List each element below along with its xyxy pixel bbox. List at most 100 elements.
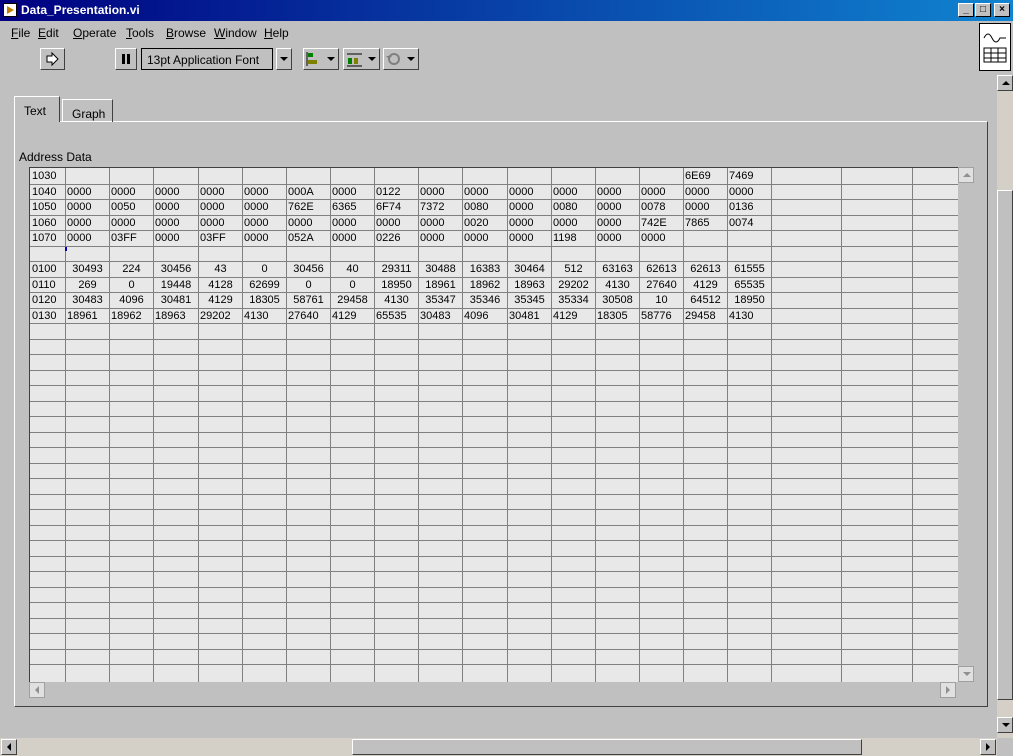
table-cell[interactable]: 03FF bbox=[111, 231, 152, 246]
table-cell[interactable]: 0000 bbox=[509, 185, 550, 200]
menu-tools[interactable]: Tools bbox=[126, 26, 154, 40]
table-cell[interactable]: 0 bbox=[111, 278, 152, 293]
menu-help[interactable]: Help bbox=[264, 26, 289, 40]
table-cell[interactable]: 29202 bbox=[200, 309, 241, 324]
table-cell[interactable]: 65535 bbox=[729, 278, 770, 293]
table-cell[interactable]: 30483 bbox=[420, 309, 461, 324]
table-cell[interactable] bbox=[597, 169, 638, 184]
table-cell[interactable] bbox=[376, 169, 417, 184]
table-cell[interactable]: 4096 bbox=[464, 309, 506, 324]
window-scroll-left-icon[interactable] bbox=[1, 739, 17, 755]
table-cell[interactable]: 0000 bbox=[464, 231, 506, 246]
window-scroll-up-icon[interactable] bbox=[997, 75, 1013, 91]
run-button[interactable] bbox=[40, 48, 65, 70]
table-cell[interactable]: 29311 bbox=[376, 262, 417, 277]
table-cell[interactable]: 0078 bbox=[641, 200, 682, 215]
menu-operate[interactable]: Operate bbox=[73, 26, 116, 40]
table-cell[interactable] bbox=[420, 247, 461, 262]
table-cell[interactable]: 4130 bbox=[729, 309, 770, 324]
table-cell[interactable]: 0000 bbox=[641, 185, 682, 200]
table-cell[interactable]: 4130 bbox=[597, 278, 638, 293]
table-cell[interactable]: 0226 bbox=[376, 231, 417, 246]
table-cell[interactable]: 0000 bbox=[332, 216, 373, 231]
table-cell[interactable]: 0000 bbox=[420, 231, 461, 246]
table-horizontal-scrollbar[interactable] bbox=[29, 682, 976, 698]
table-cell[interactable]: 18962 bbox=[464, 278, 506, 293]
table-cell[interactable]: 0000 bbox=[729, 185, 770, 200]
window-scroll-right-icon[interactable] bbox=[980, 739, 996, 755]
table-cell[interactable]: 18950 bbox=[729, 293, 770, 308]
table-cell[interactable] bbox=[729, 247, 770, 262]
window-vertical-scrollbar[interactable] bbox=[997, 75, 1013, 738]
table-cell[interactable]: 18961 bbox=[420, 278, 461, 293]
table-cell[interactable]: 7372 bbox=[420, 200, 461, 215]
table-cell[interactable] bbox=[553, 169, 594, 184]
table-cell[interactable]: 0000 bbox=[244, 185, 285, 200]
table-cell[interactable]: 0080 bbox=[464, 200, 506, 215]
table-cell[interactable]: 4130 bbox=[376, 293, 417, 308]
table-cell[interactable]: 16383 bbox=[464, 262, 506, 277]
connector-pane-icon[interactable] bbox=[979, 23, 1011, 71]
table-cell[interactable]: 0000 bbox=[332, 231, 373, 246]
table-cell[interactable]: 0000 bbox=[332, 185, 373, 200]
table-cell[interactable]: 29202 bbox=[553, 278, 594, 293]
table-cell[interactable]: 03FF bbox=[200, 231, 241, 246]
table-cell[interactable]: 0000 bbox=[509, 231, 550, 246]
table-cell[interactable]: 0000 bbox=[685, 185, 726, 200]
minimize-button[interactable]: _ bbox=[958, 3, 974, 17]
table-cell[interactable]: 0000 bbox=[509, 200, 550, 215]
table-cell[interactable]: 58776 bbox=[641, 309, 682, 324]
table-cell[interactable]: 0000 bbox=[155, 231, 197, 246]
table-cell[interactable] bbox=[685, 231, 726, 246]
pause-button[interactable] bbox=[115, 48, 137, 70]
table-cell[interactable]: 0000 bbox=[111, 185, 152, 200]
table-cell[interactable] bbox=[553, 247, 594, 262]
distribute-objects-button[interactable] bbox=[343, 48, 380, 70]
table-cell[interactable]: 0000 bbox=[420, 216, 461, 231]
table-cell[interactable]: 65535 bbox=[376, 309, 417, 324]
table-cell[interactable] bbox=[244, 247, 285, 262]
table-cell[interactable] bbox=[288, 247, 329, 262]
table-cell[interactable]: 0 bbox=[332, 278, 373, 293]
table-cell[interactable]: 4130 bbox=[244, 309, 285, 324]
menu-window[interactable]: Window bbox=[214, 26, 257, 40]
address-data-table[interactable]: 1030 6E69 7469 1040 0000 0000 0000 0000 0000 000A… bbox=[29, 167, 958, 682]
window-horizontal-scrollbar[interactable] bbox=[0, 738, 997, 756]
table-cell[interactable]: 29458 bbox=[332, 293, 373, 308]
table-cell[interactable]: 6E69 bbox=[685, 169, 726, 184]
table-cell[interactable]: 0000 bbox=[67, 200, 108, 215]
table-cell[interactable]: 30483 bbox=[67, 293, 108, 308]
table-cell[interactable]: 0122 bbox=[376, 185, 417, 200]
table-cell[interactable]: 7865 bbox=[685, 216, 726, 231]
table-cell[interactable]: 18305 bbox=[597, 309, 638, 324]
table-cell[interactable]: 4129 bbox=[685, 278, 726, 293]
table-cell[interactable]: 0000 bbox=[67, 185, 108, 200]
table-cell[interactable]: 43 bbox=[200, 262, 241, 277]
align-objects-button[interactable] bbox=[303, 48, 339, 70]
table-cell[interactable] bbox=[420, 169, 461, 184]
table-cell[interactable]: 0000 bbox=[597, 185, 638, 200]
table-cell[interactable]: 27640 bbox=[288, 309, 329, 324]
table-cell[interactable]: 4129 bbox=[200, 293, 241, 308]
table-cell[interactable] bbox=[464, 247, 506, 262]
close-button[interactable]: × bbox=[994, 3, 1010, 17]
menu-browse[interactable]: Browse bbox=[166, 26, 206, 40]
table-cell[interactable]: 19448 bbox=[155, 278, 197, 293]
table-cell[interactable] bbox=[509, 247, 550, 262]
table-cell[interactable]: 7469 bbox=[729, 169, 770, 184]
table-cell[interactable] bbox=[729, 231, 770, 246]
table-cell[interactable]: 6F74 bbox=[376, 200, 417, 215]
table-cell[interactable]: 18962 bbox=[111, 309, 152, 324]
table-cell[interactable]: 0000 bbox=[597, 200, 638, 215]
maximize-button[interactable]: □ bbox=[975, 3, 991, 17]
table-cell[interactable]: 0000 bbox=[200, 200, 241, 215]
table-cell[interactable]: 4096 bbox=[111, 293, 152, 308]
table-cell[interactable]: 0000 bbox=[244, 231, 285, 246]
table-cell[interactable]: 35347 bbox=[420, 293, 461, 308]
table-cell[interactable]: 0000 bbox=[155, 200, 197, 215]
table-cell[interactable]: 30481 bbox=[155, 293, 197, 308]
table-cell[interactable] bbox=[376, 247, 417, 262]
table-cell[interactable]: 30481 bbox=[509, 309, 550, 324]
table-cell[interactable]: 0000 bbox=[553, 185, 594, 200]
table-cell[interactable]: 224 bbox=[111, 262, 152, 277]
